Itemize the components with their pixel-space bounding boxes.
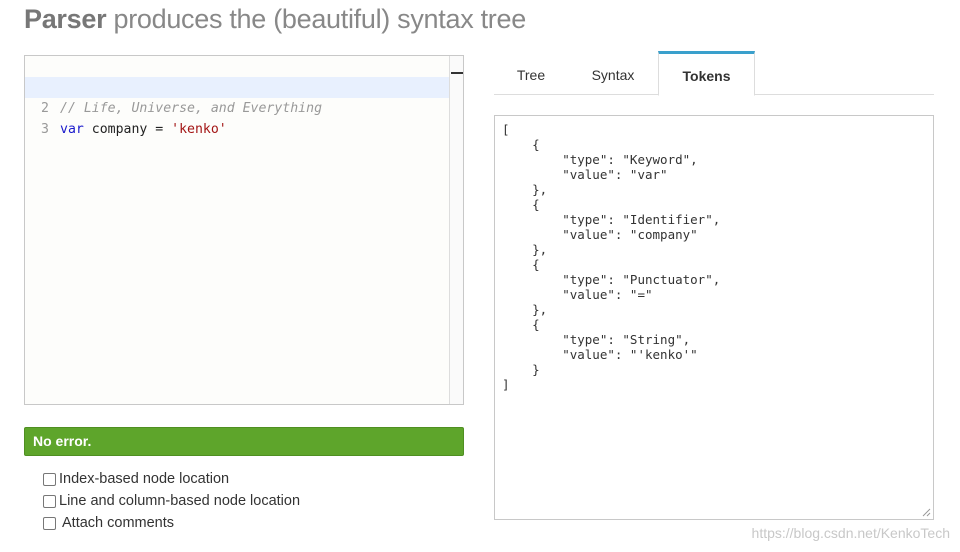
code-line-3[interactable]: 3 — [25, 98, 450, 137]
code-line-1[interactable]: 1 // Life, Universe, and Everything — [25, 56, 450, 116]
option-label: Line and column-based node location — [59, 493, 301, 509]
code-line-2[interactable]: 2 var company = 'kenko' — [25, 77, 450, 137]
page-title-bold: Parser — [24, 4, 107, 34]
tab-syntax[interactable]: Syntax — [574, 51, 652, 95]
keyword-token: var — [60, 122, 84, 137]
tokens-output[interactable]: [ { "type": "Keyword", "value": "var" },… — [494, 115, 934, 520]
tokens-json: [ { "type": "Keyword", "value": "var" },… — [502, 122, 721, 392]
checkbox[interactable] — [43, 516, 56, 530]
editor-scrollbar[interactable] — [449, 56, 463, 404]
option-index-location[interactable]: Index-based node location — [43, 469, 229, 489]
option-label: Attach comments — [62, 515, 175, 531]
option-attach-comments[interactable]: Attach comments — [43, 513, 174, 533]
option-line-column-location[interactable]: Line and column-based node location — [43, 491, 300, 511]
page-title-rest: produces the (beautiful) syntax tree — [106, 4, 526, 34]
checkbox[interactable] — [43, 472, 56, 486]
status-message: No error. — [24, 427, 464, 456]
code-editor[interactable]: 1 // Life, Universe, and Everything 2 va… — [24, 55, 464, 405]
checkbox[interactable] — [43, 494, 56, 508]
tab-tree[interactable]: Tree — [494, 51, 568, 95]
line-content: var company = 'kenko' — [60, 119, 227, 140]
page-title: Parser produces the (beautiful) syntax t… — [24, 4, 526, 35]
watermark: https://blog.csdn.net/KenkoTech — [751, 525, 950, 541]
resize-grip-icon[interactable] — [922, 508, 931, 517]
string-token: 'kenko' — [171, 122, 227, 137]
option-label: Index-based node location — [59, 471, 230, 487]
output-tabs: Tree Syntax Tokens — [494, 51, 934, 96]
scrollbar-thumb[interactable] — [451, 72, 463, 74]
plain-token: company = — [83, 122, 172, 137]
line-number: 3 — [41, 122, 49, 137]
tab-tokens[interactable]: Tokens — [658, 51, 755, 96]
